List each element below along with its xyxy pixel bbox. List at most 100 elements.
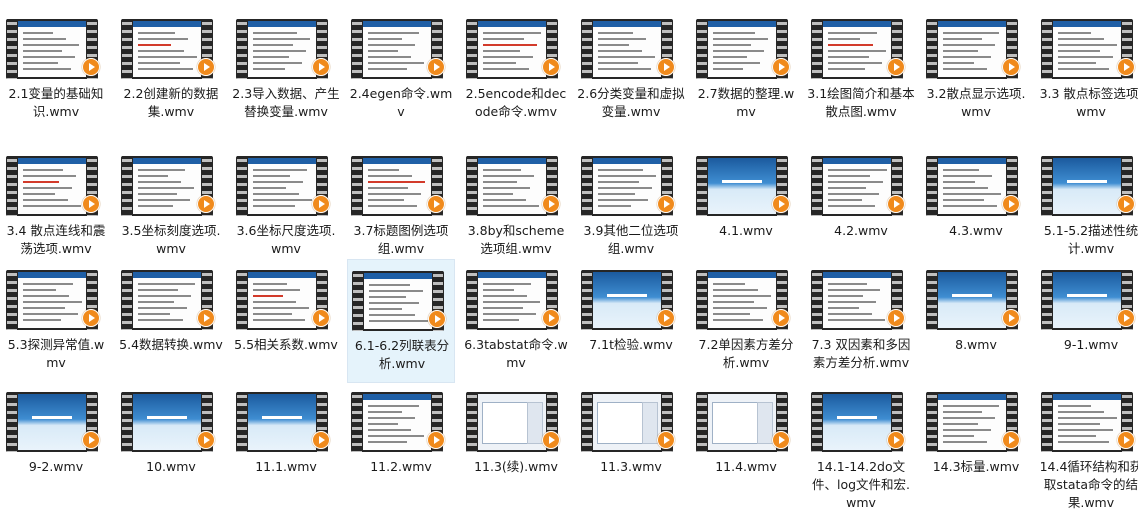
text-line-mark [483,193,513,195]
film-strip-perforation [467,392,477,452]
film-strip-perforation [122,392,132,452]
file-item[interactable]: 10.wmv [117,381,225,505]
text-line-mark [598,169,643,171]
film-strip-perforation [582,19,592,79]
file-item[interactable]: 3.5坐标刻度选项.wmv [117,145,225,269]
file-item[interactable]: 3.4 散点连线和震荡选项.wmv [2,145,110,269]
play-icon [772,58,790,76]
text-line-mark [23,44,79,46]
file-name: 3.1绘图简介和基本散点图.wmv [807,86,915,119]
file-item[interactable]: 5.4数据转换.wmv [117,259,225,383]
file-item[interactable]: 3.6坐标尺度选项.wmv [232,145,340,269]
file-item[interactable]: 5.5相关系数.wmv [232,259,340,383]
file-item[interactable]: 2.6分类变量和虚拟变量.wmv [577,8,685,132]
file-name: 3.6坐标尺度选项.wmv [236,223,336,256]
file-item[interactable]: 14.1-14.2do文件、log文件和宏.wmv [807,381,915,510]
file-name: 4.1.wmv [719,223,773,238]
file-item[interactable]: 2.1变量的基础知识.wmv [2,8,110,132]
file-item[interactable]: 3.8by和scheme选项组.wmv [462,145,570,269]
play-icon [82,58,100,76]
file-item[interactable]: 7.2单因素方差分析.wmv [692,259,800,383]
file-item[interactable]: 2.2创建新的数据集.wmv [117,8,225,132]
play-icon [887,309,905,327]
file-name: 4.3.wmv [949,223,1003,238]
file-item[interactable]: 2.7数据的整理.wmv [692,8,800,132]
file-item[interactable]: 3.7标题图例选项组.wmv [347,145,455,269]
file-name: 6.3tabstat命令.wmv [464,337,568,370]
file-item[interactable]: 3.3 散点标签选项.wmv [1037,8,1138,132]
file-item[interactable]: 14.3标量.wmv [922,381,1030,505]
text-line-mark [138,205,173,207]
text-line-mark [138,181,181,183]
text-line-mark [138,193,177,195]
film-strip-perforation [122,156,132,216]
film-strip-perforation [1042,270,1052,330]
play-icon [772,309,790,327]
file-item[interactable]: 3.1绘图简介和基本散点图.wmv [807,8,915,132]
text-line-mark [23,68,71,70]
text-line-mark [828,199,862,201]
file-name: 2.5encode和decode命令.wmv [465,86,567,119]
text-line-mark [253,38,310,40]
film-strip-perforation [353,271,363,331]
text-line-mark [713,307,767,309]
text-line-mark [253,301,296,303]
text-line-mark [483,32,541,34]
text-line-mark [483,187,530,189]
text-line-mark [1058,411,1104,413]
text-line-mark [943,405,999,407]
play-icon [657,195,675,213]
file-item[interactable]: 6.1-6.2列联表分析.wmv [347,259,455,383]
slide-header-bar [708,21,776,27]
slide-header-bar [938,158,1006,164]
play-icon [1117,58,1135,76]
text-line-mark [713,32,755,34]
file-item[interactable]: 5.3探测异常值.wmv [2,259,110,383]
video-frame-preview [363,158,431,214]
file-name: 2.2创建新的数据集.wmv [123,86,219,119]
play-icon [427,195,445,213]
file-item[interactable]: 9-1.wmv [1037,259,1138,383]
file-item[interactable]: 7.1t检验.wmv [577,259,685,383]
text-line-mark [483,205,539,207]
file-item[interactable]: 11.4.wmv [692,381,800,505]
file-name: 4.2.wmv [834,223,888,238]
file-item[interactable]: 4.1.wmv [692,145,800,269]
film-strip-perforation [237,270,247,330]
file-item[interactable]: 2.5encode和decode命令.wmv [462,8,570,132]
play-icon [82,195,100,213]
text-line-mark [253,50,306,52]
file-item[interactable]: 11.2.wmv [347,381,455,505]
text-line-mark [483,289,514,291]
file-item[interactable]: 2.4egen命令.wmv [347,8,455,132]
file-item[interactable]: 2.3导入数据、产生替换变量.wmv [232,8,340,132]
text-line-mark [828,50,886,52]
file-item[interactable]: 6.3tabstat命令.wmv [462,259,570,383]
text-line-mark [483,68,529,70]
text-line-mark [1058,429,1113,431]
file-name: 10.wmv [146,459,196,474]
file-item[interactable]: 11.3(续).wmv [462,381,570,505]
file-item[interactable]: 11.1.wmv [232,381,340,505]
text-line-mark [828,169,887,171]
text-line-mark [138,307,187,309]
file-item[interactable]: 7.3 双因素和多因素方差分析.wmv [807,259,915,383]
file-name: 5.3探测异常值.wmv [7,337,105,370]
file-item[interactable]: 4.3.wmv [922,145,1030,269]
text-line-mark [368,44,415,46]
video-frame-preview [938,158,1006,214]
file-item[interactable]: 4.2.wmv [807,145,915,269]
video-frame-preview [1053,158,1121,214]
file-name: 11.3.wmv [600,459,662,474]
file-item[interactable]: 3.2散点显示选项.wmv [922,8,1030,132]
file-item[interactable]: 9-2.wmv [2,381,110,505]
text-line-mark [138,62,180,64]
text-line-mark [943,50,978,52]
file-item[interactable]: 3.9其他二位选项组.wmv [577,145,685,269]
video-frame-preview [823,272,891,328]
file-item[interactable]: 5.1-5.2描述性统计.wmv [1037,145,1138,269]
file-item[interactable]: 14.4循环结构和获取stata命令的结果.wmv [1037,381,1138,510]
film-strip-perforation [237,19,247,79]
file-item[interactable]: 11.3.wmv [577,381,685,505]
file-item[interactable]: 8.wmv [922,259,1030,383]
